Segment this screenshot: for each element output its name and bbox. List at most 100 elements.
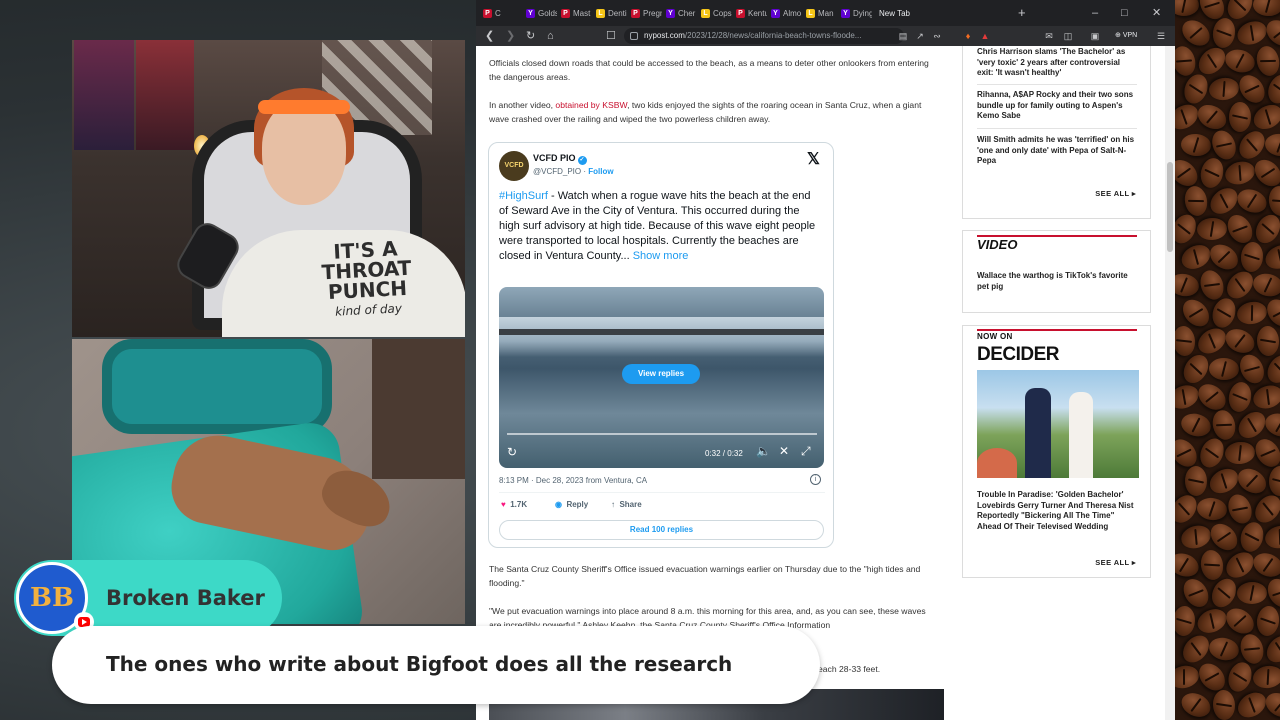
coffee-bean xyxy=(1261,630,1280,668)
rss-icon[interactable]: ∾ xyxy=(930,29,944,43)
scrollbar[interactable] xyxy=(1165,46,1175,720)
read-replies-button[interactable]: Read 100 replies xyxy=(499,520,824,540)
headline-link[interactable]: Will Smith admits he was 'terrified' on … xyxy=(977,135,1137,167)
fullscreen-icon[interactable]: ⤢ xyxy=(801,444,811,459)
tab-label: Almo xyxy=(783,9,802,18)
bookmark-icon[interactable]: ☐ xyxy=(606,28,616,44)
coffee-bean xyxy=(1229,102,1251,132)
tweet-video[interactable]: View replies ↻ 0:32 / 0:32 🔈 ✕ ⤢ xyxy=(499,287,824,468)
shield-icon[interactable]: ♦ xyxy=(961,29,975,43)
headline-link[interactable]: Chris Harrison slams 'The Bachelor' as '… xyxy=(977,47,1137,79)
tweet-author[interactable]: VCFD PIO ✓ xyxy=(533,153,587,165)
tweet-timestamp[interactable]: 8:13 PM · Dec 28, 2023 from Ventura, CA xyxy=(499,476,647,485)
headband xyxy=(258,100,350,114)
coffee-beans-background xyxy=(1175,0,1280,720)
coffee-bean xyxy=(1207,76,1241,102)
browser-tab[interactable]: PPregn xyxy=(630,3,662,25)
decider-image[interactable] xyxy=(977,370,1139,478)
nypost-icon: P xyxy=(483,9,492,18)
coffee-bean xyxy=(1175,549,1202,581)
browser-tab[interactable]: New Tab xyxy=(875,3,935,25)
coffee-bean xyxy=(1175,663,1201,691)
ksbw-link[interactable]: obtained by KSBW xyxy=(555,100,627,110)
menu-icon[interactable]: ☰ xyxy=(1154,29,1168,43)
browser-tab[interactable]: L Denti xyxy=(595,3,627,25)
coffee-bean xyxy=(1180,71,1212,107)
volume-icon[interactable]: 🔈 xyxy=(756,444,771,458)
wave xyxy=(499,317,824,357)
browser-tab[interactable]: L Cops xyxy=(700,3,732,25)
replay-icon[interactable]: ↻ xyxy=(507,445,517,459)
tab-label: Kentu xyxy=(748,9,767,18)
forward-button[interactable]: ❯ xyxy=(506,28,515,44)
info-icon[interactable]: i xyxy=(810,474,821,485)
share-button[interactable]: ↑ Share xyxy=(611,500,642,509)
browser-tab[interactable]: L Man xyxy=(805,3,837,25)
browser-tab[interactable]: Y Dying xyxy=(840,3,872,25)
article-paragraph: The Santa Cruz County Sheriff's Office i… xyxy=(489,564,921,588)
close-video-icon[interactable]: ✕ xyxy=(779,444,789,458)
maximize-button[interactable]: □ xyxy=(1121,4,1128,22)
coffee-bean xyxy=(1175,0,1199,16)
browser-tab[interactable]: P Kentu xyxy=(735,3,767,25)
video-headline-link[interactable]: Wallace the warthog is TikTok's favorite… xyxy=(977,271,1137,292)
reply-button[interactable]: ◉ Reply xyxy=(555,500,588,509)
warning-icon[interactable]: ▲ xyxy=(978,29,992,43)
browser-tab[interactable]: P Mast xyxy=(560,3,592,25)
verified-icon: ✓ xyxy=(577,156,587,165)
view-replies-button[interactable]: View replies xyxy=(622,364,700,384)
coffee-bean xyxy=(1196,434,1228,472)
article-paragraph: In another video, obtained by KSBW, two … xyxy=(489,100,922,124)
extensions-icon[interactable]: ✉ xyxy=(1042,29,1056,43)
divider xyxy=(499,492,825,493)
vpn-button[interactable]: ⊕ VPN xyxy=(1115,30,1137,42)
headline-link[interactable]: Rihanna, A$AP Rocky and their two sons b… xyxy=(977,90,1137,122)
follow-link[interactable]: Follow xyxy=(588,167,613,176)
see-all-link[interactable]: SEE ALL ▸ xyxy=(1095,189,1136,198)
minimize-button[interactable]: – xyxy=(1092,4,1098,22)
coffee-bean xyxy=(1198,548,1226,582)
coffee-bean xyxy=(1221,603,1259,639)
see-all-link[interactable]: SEE ALL ▸ xyxy=(1095,558,1136,567)
browser-tab[interactable]: Y Almo xyxy=(770,3,802,25)
page-icon[interactable]: ▤ xyxy=(896,29,910,43)
browser-tab[interactable]: Y Golds xyxy=(525,3,557,25)
decider-logo[interactable]: DECIDER xyxy=(977,344,1060,366)
coffee-bean xyxy=(1239,241,1265,273)
coffee-bean xyxy=(1193,604,1231,638)
streamer-name: Broken Baker xyxy=(106,586,265,610)
reload-button[interactable]: ↻ xyxy=(526,28,535,44)
flowers xyxy=(977,448,1017,478)
ladbible-icon: L xyxy=(701,9,710,18)
tweet-text: #HighSurf - Watch when a rogue wave hits… xyxy=(499,190,816,262)
coffee-bean xyxy=(1207,635,1241,663)
x-logo-icon[interactable]: 𝕏 xyxy=(807,149,820,169)
share-icon[interactable]: ↗ xyxy=(913,29,927,43)
home-button[interactable]: ⌂ xyxy=(547,28,554,44)
browser-tab[interactable]: Y Cher xyxy=(665,3,697,25)
url-input[interactable]: nypost.com/2023/12/28/news/california-be… xyxy=(624,28,904,44)
close-window-button[interactable]: ✕ xyxy=(1152,4,1161,22)
tab-label: Dying xyxy=(853,9,872,18)
hashtag-link[interactable]: #HighSurf xyxy=(499,190,548,202)
vcfd-avatar[interactable]: VCFD xyxy=(499,151,529,181)
nypost-icon: P xyxy=(631,9,640,18)
coffee-bean xyxy=(1268,465,1280,497)
back-button[interactable]: ❮ xyxy=(485,28,494,44)
coffee-bean xyxy=(1197,155,1227,191)
coffee-bean xyxy=(1175,271,1201,299)
video-progress-bar[interactable] xyxy=(507,433,817,435)
like-button[interactable]: ♥ 1.7K xyxy=(501,500,527,509)
decider-headline-link[interactable]: Trouble In Paradise: 'Golden Bachelor' L… xyxy=(977,490,1137,532)
hoodie-print: IT'S A THROAT PUNCH kind of day xyxy=(320,236,412,319)
tab-label: Denti xyxy=(608,9,627,18)
divider xyxy=(977,128,1137,129)
tweet-handle: @VCFD_PIO · Follow xyxy=(533,167,614,176)
wallet-icon[interactable]: ▣ xyxy=(1088,29,1102,43)
scrollbar-thumb[interactable] xyxy=(1167,162,1173,252)
sidebar-icon[interactable]: ◫ xyxy=(1061,29,1075,43)
new-tab-button[interactable]: + xyxy=(1018,3,1026,23)
show-more-link[interactable]: Show more xyxy=(633,250,689,262)
furniture xyxy=(372,339,465,479)
browser-tab[interactable]: PC xyxy=(482,3,522,25)
